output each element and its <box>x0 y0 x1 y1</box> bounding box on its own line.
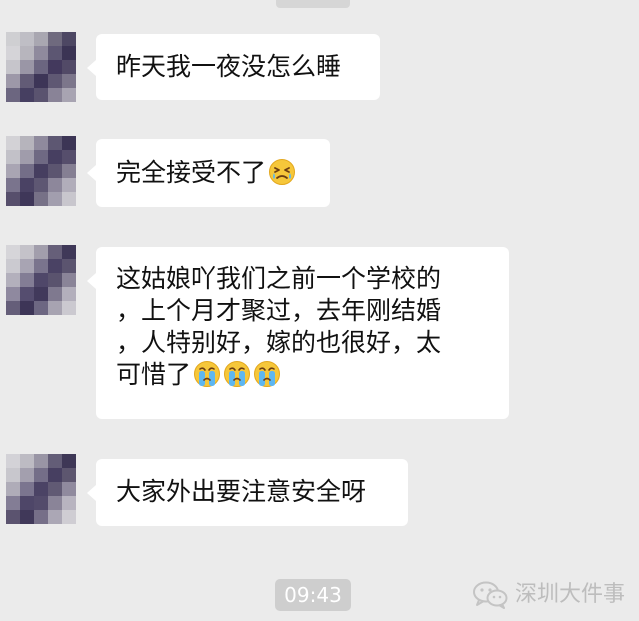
message-3-line-2: ，上个月才聚过，去年刚结婚 <box>116 296 442 325</box>
pixelated-avatar-icon <box>6 32 76 102</box>
timestamp-text: 09:43 <box>284 583 342 607</box>
message-4-bubble[interactable]: 大家外出要注意安全呀 <box>87 459 408 526</box>
timestamp-pill: 09:43 <box>275 579 351 611</box>
pixelated-avatar-icon <box>6 136 76 206</box>
sobbing-face-emoji-icon <box>193 360 221 388</box>
message-3-line-1: 这姑娘吖我们之前一个学校的 <box>116 264 442 293</box>
message-4-text: 大家外出要注意安全呀 <box>116 477 367 506</box>
message-3-avatar[interactable] <box>6 245 76 315</box>
watermark: 深圳大件事 <box>472 580 625 610</box>
message-2-text: 完全接受不了 <box>116 158 267 187</box>
message-3-bubble[interactable]: 这姑娘吖我们之前一个学校的 ，上个月才聚过，去年刚结婚 ，人特别好，嫁的也很好，… <box>87 247 509 419</box>
message-3-line-4: 可惜了 <box>116 360 192 389</box>
sobbing-face-emoji-icon <box>253 360 281 388</box>
message-2-avatar[interactable] <box>6 136 76 206</box>
previous-timestamp-pill <box>276 0 350 8</box>
message-4-avatar[interactable] <box>6 454 76 524</box>
message-1-bubble[interactable]: 昨天我一夜没怎么睡 <box>87 34 380 100</box>
sobbing-face-emoji-icon <box>223 360 251 388</box>
message-3-line-3: ，人特别好，嫁的也很好，太 <box>116 328 442 357</box>
message-2-bubble[interactable]: 完全接受不了 <box>87 139 330 207</box>
pixelated-avatar-icon <box>6 454 76 524</box>
wechat-logo-icon <box>473 581 508 609</box>
message-1-avatar[interactable] <box>6 32 76 102</box>
message-1-text: 昨天我一夜没怎么睡 <box>116 52 342 81</box>
crying-face-emoji-icon <box>268 158 296 186</box>
watermark-text: 深圳大件事 <box>515 582 626 607</box>
message-2-text-line: 完全接受不了 <box>116 157 310 189</box>
pixelated-avatar-icon <box>6 245 76 315</box>
message-3-line-4-row: 可惜了 <box>116 359 489 391</box>
